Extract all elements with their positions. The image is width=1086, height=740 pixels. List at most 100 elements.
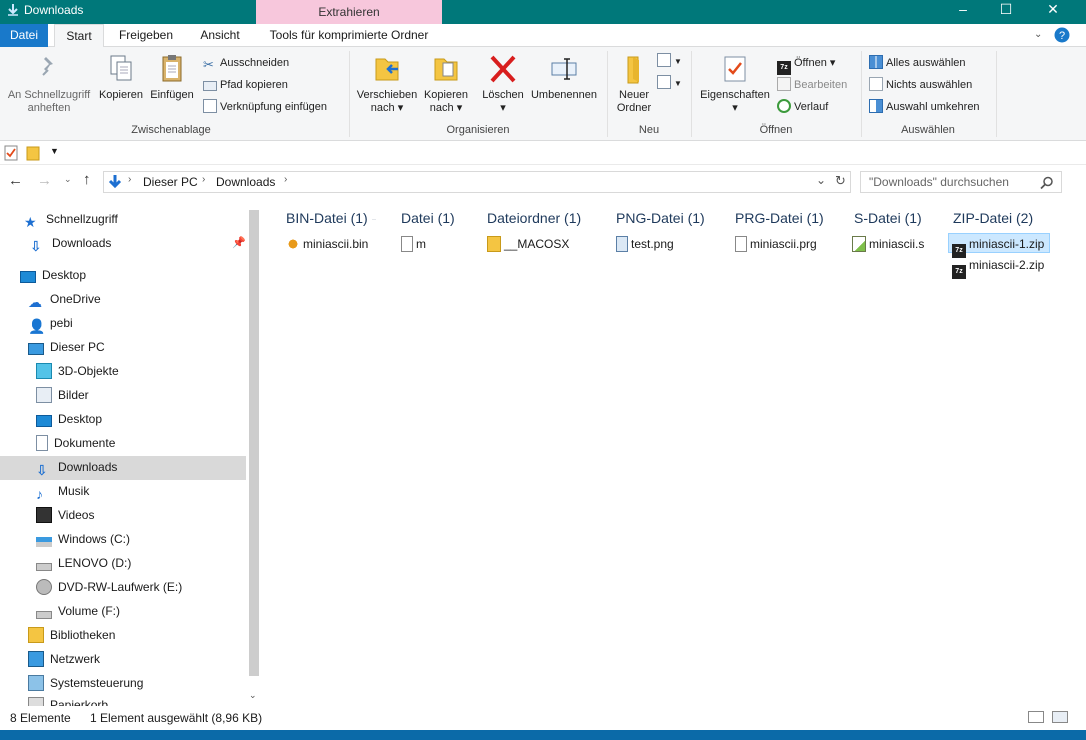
address-bar[interactable]: › Dieser PC › Downloads › ⌄ ↻ <box>103 171 851 193</box>
ribbon-tabs: Datei Start Freigeben Ansicht Tools für … <box>0 24 1086 48</box>
up-arrow-icon[interactable]: ↑ <box>83 171 91 188</box>
breadcrumb-chevron-icon[interactable]: › <box>202 174 205 185</box>
copy-to-button[interactable]: Kopieren nach ▾ <box>420 53 472 115</box>
group-header-folder[interactable]: Dateiordner (1) <box>487 210 581 226</box>
copy-button[interactable]: Kopieren <box>96 53 146 102</box>
select-all-button[interactable]: Alles auswählen <box>869 55 966 73</box>
file-item[interactable]: test.png <box>616 234 674 254</box>
tab-share[interactable]: Freigeben <box>110 24 182 47</box>
nav-item-pictures[interactable]: Bilder <box>36 384 89 406</box>
select-none-button[interactable]: Nichts auswählen <box>869 77 972 95</box>
file-item[interactable]: miniascii.s <box>852 234 924 254</box>
open-label: Öffnen ▾ <box>794 57 836 69</box>
group-header-s[interactable]: S-Datei (1) <box>854 210 922 226</box>
sevenzip-file-icon: 7z <box>952 265 966 279</box>
nav-item-desktop-root[interactable]: Desktop <box>20 264 86 286</box>
large-icons-view-icon[interactable] <box>1052 711 1068 723</box>
minimize-button[interactable]: – <box>940 0 986 20</box>
paste-shortcut-button[interactable]: Verknüpfung einfügen <box>203 99 327 117</box>
new-item-button[interactable]: ▼ <box>657 53 682 71</box>
new-folder-button[interactable]: Neuer Ordner <box>610 53 658 115</box>
file-item[interactable]: m <box>401 234 426 254</box>
nav-item-control-panel[interactable]: Systemsteuerung <box>28 672 143 694</box>
pinned-icon[interactable]: 📌 <box>232 236 246 249</box>
collapse-ribbon-icon[interactable]: ⌄ <box>1034 29 1042 40</box>
forward-arrow-icon[interactable]: → <box>37 172 52 189</box>
nav-item-drive-c[interactable]: Windows (C:) <box>36 528 130 550</box>
nav-item-documents[interactable]: Dokumente <box>36 432 115 454</box>
open-button[interactable]: 7z Öffnen ▾ <box>777 55 836 75</box>
file-item[interactable]: miniascii.bin <box>286 234 368 254</box>
invert-selection-button[interactable]: Auswahl umkehren <box>869 99 980 117</box>
pin-quick-access-button[interactable]: An Schnellzugriff anheften <box>2 53 96 115</box>
nav-label: Desktop <box>42 268 87 282</box>
file-item-selected[interactable]: 7z miniascii-1.zip <box>948 233 1051 258</box>
tab-view[interactable]: Ansicht <box>190 24 250 47</box>
nav-item-drive-e[interactable]: DVD-RW-Laufwerk (E:) <box>36 576 182 598</box>
copy-path-button[interactable]: Pfad kopieren <box>203 77 288 95</box>
nav-item-libraries[interactable]: Bibliotheken <box>28 624 115 646</box>
history-button[interactable]: Verlauf <box>777 99 828 117</box>
nav-item-downloads[interactable]: ⇩ Downloads <box>36 456 117 478</box>
nav-label: 3D-Objekte <box>58 364 119 378</box>
paste-button[interactable]: Einfügen <box>146 53 198 102</box>
tab-start[interactable]: Start <box>54 24 104 48</box>
pin-icon <box>42 57 53 76</box>
scroll-down-icon[interactable]: ⌄ <box>249 690 257 701</box>
rename-button[interactable]: Umbenennen <box>528 53 600 102</box>
new-folder-label-1: Neuer <box>619 89 649 101</box>
back-arrow-icon[interactable]: ← <box>8 172 23 189</box>
windows-drive-icon <box>36 537 52 547</box>
cut-button[interactable]: ✂ Ausschneiden <box>203 55 289 73</box>
nav-item-recycle-bin[interactable]: Papierkorb <box>28 694 108 706</box>
nav-item-videos[interactable]: Videos <box>36 504 94 526</box>
tab-compressed-tools[interactable]: Tools für komprimierte Ordner <box>262 24 436 47</box>
close-button[interactable]: ✕ <box>1030 0 1076 20</box>
breadcrumb-chevron-icon[interactable]: › <box>284 174 287 185</box>
nav-item-3d-objects[interactable]: 3D-Objekte <box>36 360 119 382</box>
nav-item-quick-access[interactable]: ★ Schnellzugriff <box>24 208 118 230</box>
group-header-zip[interactable]: ZIP-Datei (2) <box>953 210 1033 226</box>
downloads-location-icon <box>108 175 122 189</box>
nav-scrollbar-thumb[interactable] <box>249 210 259 676</box>
easy-access-button[interactable]: ▼ <box>657 75 682 93</box>
file-item[interactable]: miniascii.prg <box>735 234 817 254</box>
group-header-prg[interactable]: PRG-Datei (1) <box>735 210 824 226</box>
delete-button[interactable]: Löschen ▾ <box>478 53 528 115</box>
move-to-button[interactable]: Verschieben nach ▾ <box>354 53 420 115</box>
nav-item-onedrive[interactable]: ☁ OneDrive <box>28 288 101 310</box>
folder-item[interactable]: __MACOSX <box>487 234 569 254</box>
nav-item-user[interactable]: 👤 pebi <box>28 312 73 334</box>
group-header-label: ZIP-Datei (2) <box>953 210 1034 226</box>
file-item[interactable]: 7z miniascii-2.zip <box>952 255 1044 279</box>
nav-item-music[interactable]: ♪ Musik <box>36 480 89 502</box>
help-icon[interactable]: ? <box>1054 27 1070 43</box>
nav-item-drive-f[interactable]: Volume (F:) <box>36 600 120 622</box>
nav-item-drive-d[interactable]: LENOVO (D:) <box>36 552 131 574</box>
edit-button[interactable]: Bearbeiten <box>777 77 847 95</box>
refresh-icon[interactable]: ↻ <box>835 173 846 189</box>
group-header-file[interactable]: Datei (1) <box>401 210 455 226</box>
qat-customize-icon[interactable]: ▼ <box>50 146 59 156</box>
new-folder-qat-icon[interactable] <box>26 145 40 161</box>
tab-file[interactable]: Datei <box>0 24 48 47</box>
search-input[interactable]: "Downloads" durchsuchen <box>860 171 1062 193</box>
recent-locations-icon[interactable]: ⌄ <box>64 174 72 185</box>
properties-button[interactable]: Eigenschaften ▾ <box>696 53 774 115</box>
search-icon[interactable] <box>1040 176 1054 190</box>
group-header-png[interactable]: PNG-Datei (1) <box>616 210 705 226</box>
context-tab-extract[interactable]: Extrahieren <box>256 0 442 24</box>
properties-qat-icon[interactable] <box>4 145 18 161</box>
nav-item-this-pc[interactable]: Dieser PC <box>28 336 105 358</box>
breadcrumb-chevron-icon[interactable]: › <box>128 174 131 185</box>
breadcrumb-this-pc[interactable]: Dieser PC <box>143 175 198 189</box>
breadcrumb-downloads[interactable]: Downloads <box>216 175 275 189</box>
nav-item-downloads-pinned[interactable]: ⇩ Downloads <box>30 232 111 254</box>
details-view-icon[interactable] <box>1028 711 1044 723</box>
maximize-button[interactable]: ☐ <box>983 0 1029 20</box>
address-dropdown-icon[interactable]: ⌄ <box>816 173 826 187</box>
group-header-bin[interactable]: BIN-Datei (1) <box>286 210 376 226</box>
nav-item-network[interactable]: Netzwerk <box>28 648 100 670</box>
nav-item-desktop[interactable]: Desktop <box>36 408 102 430</box>
nav-scrollbar[interactable]: ⌄ <box>246 200 262 706</box>
